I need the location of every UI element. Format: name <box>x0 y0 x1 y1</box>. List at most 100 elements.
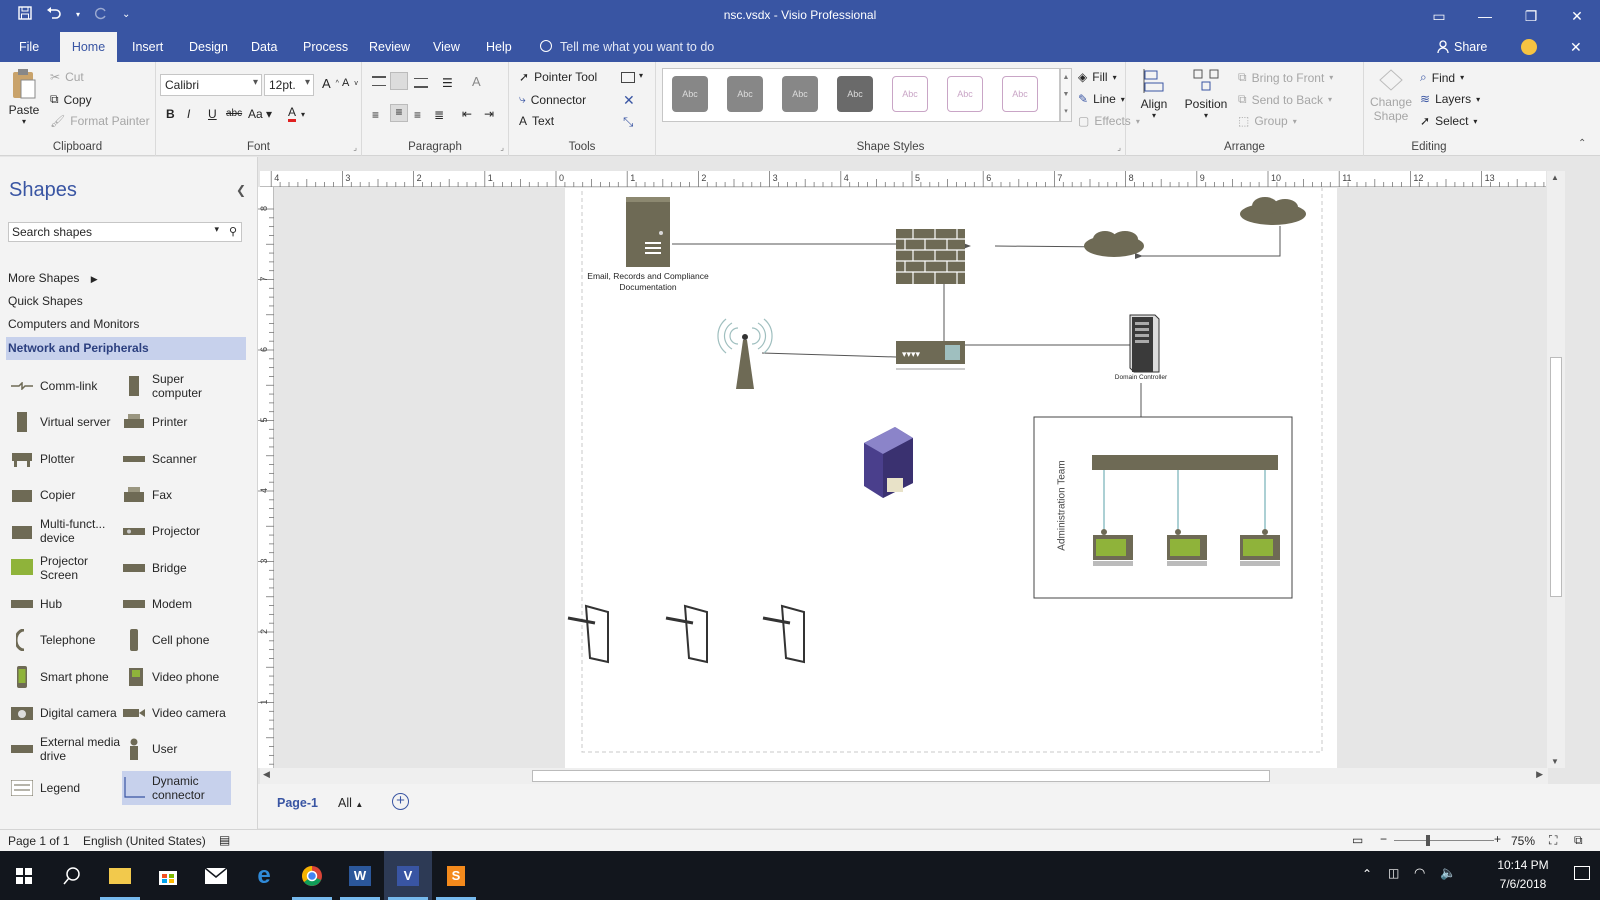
search-shapes-input[interactable]: Search shapes ▾ ⚲ <box>8 222 242 242</box>
connection-point-icon[interactable]: ✕ <box>623 92 635 109</box>
sublime-text-icon[interactable]: S <box>432 851 480 900</box>
copy-button[interactable]: ⧉ Copy <box>50 92 92 107</box>
ethernet-bus-shape[interactable] <box>1092 455 1278 470</box>
close-ribbon-icon[interactable]: ✕ <box>1570 32 1582 62</box>
align-right-icon[interactable]: ≡ <box>414 108 421 122</box>
cut-button[interactable]: ✂ Cut <box>50 70 84 84</box>
wifi-icon[interactable]: ◠ <box>1414 865 1425 881</box>
ribbon-display-icon[interactable]: ▭ <box>1416 0 1462 32</box>
fit-page-icon[interactable]: ⛶ <box>1549 833 1557 848</box>
stencil-fax[interactable]: Fax <box>122 478 237 512</box>
stencil-projector[interactable]: Projector <box>122 514 237 548</box>
grow-font-button[interactable]: A ^ <box>322 76 339 91</box>
bullets-icon[interactable]: ☰ <box>442 76 453 90</box>
tab-help[interactable]: Help <box>475 32 523 62</box>
email-server-shape[interactable] <box>626 197 670 267</box>
stencil-video-camera[interactable]: Video camera <box>122 696 237 730</box>
visio-icon[interactable]: V <box>384 851 432 900</box>
format-painter-button[interactable]: 🖌 Format Painter <box>50 114 150 128</box>
paste-button[interactable]: Paste ▾ <box>6 68 42 134</box>
style-swatch-6[interactable]: Abc <box>947 76 983 112</box>
tell-me-search[interactable]: Tell me what you want to do <box>560 32 714 62</box>
text-direction-icon[interactable]: A <box>472 74 481 89</box>
share-button[interactable]: Share <box>1454 32 1487 62</box>
align-center-icon[interactable]: ≡ <box>390 104 408 122</box>
align-left-icon[interactable]: ≡ <box>372 108 379 122</box>
vertical-scroll-thumb[interactable] <box>1550 357 1562 597</box>
stencil-telephone[interactable]: Telephone <box>10 623 125 657</box>
stencil-modem[interactable]: Modem <box>122 587 237 621</box>
stencil-hub[interactable]: Hub <box>10 587 125 621</box>
style-swatch-3[interactable]: Abc <box>782 76 818 112</box>
file-explorer-icon[interactable] <box>96 851 144 900</box>
network-peripherals-link[interactable]: Network and Peripherals <box>6 337 246 360</box>
tab-insert[interactable]: Insert <box>121 32 174 62</box>
italic-button[interactable]: I <box>187 107 190 121</box>
stencil-dynamic-connector[interactable]: Dynamic connector <box>122 771 231 805</box>
stencil-printer[interactable]: Printer <box>122 405 237 439</box>
align-middle-icon[interactable] <box>390 72 408 90</box>
text-tool-button[interactable]: A Text <box>519 114 554 128</box>
search-taskbar-icon[interactable] <box>48 851 96 900</box>
connector-button[interactable]: ⤷ Connector <box>519 92 586 107</box>
tab-view[interactable]: View <box>422 32 471 62</box>
position-button[interactable]: Position ▾ <box>1182 68 1230 120</box>
collapse-ribbon-icon[interactable]: ⌃ <box>1578 138 1586 149</box>
increase-indent-icon[interactable]: ⇥ <box>484 107 494 121</box>
tab-design[interactable]: Design <box>178 32 239 62</box>
quick-shapes-link[interactable]: Quick Shapes <box>8 294 83 308</box>
horizontal-scroll-thumb[interactable] <box>532 770 1270 782</box>
presentation-mode-icon[interactable]: ▭ <box>1352 833 1363 847</box>
zoom-level[interactable]: 75% <box>1511 834 1535 848</box>
font-size-combo[interactable]: 12pt. <box>264 74 314 96</box>
page-tab-page-1[interactable]: Page-1 <box>277 796 318 810</box>
chrome-icon[interactable] <box>288 851 336 900</box>
change-case-button[interactable]: Aa ▾ <box>248 107 272 121</box>
stencil-copier[interactable]: Copier <box>10 478 125 512</box>
stencil-scanner[interactable]: Scanner <box>122 442 237 476</box>
collapse-pane-icon[interactable]: ❮ <box>236 183 246 197</box>
firewall-shape[interactable] <box>896 229 965 284</box>
stencil-bridge[interactable]: Bridge <box>122 551 237 585</box>
show-hidden-icons-icon[interactable]: ⌃ <box>1362 867 1372 881</box>
edge-browser-icon[interactable]: e <box>240 851 288 900</box>
tab-data[interactable]: Data <box>240 32 288 62</box>
tab-file[interactable]: File <box>8 32 50 62</box>
zoom-out-icon[interactable]: − <box>1380 832 1387 846</box>
send-to-back-button[interactable]: ⧉ Send to Back ▾ <box>1238 92 1332 107</box>
stencil-virtual-server[interactable]: Virtual server <box>10 405 125 439</box>
macro-record-icon[interactable]: ▤ <box>219 833 230 847</box>
font-color-button[interactable]: A ▾ <box>288 106 305 122</box>
administration-team-container[interactable] <box>1033 416 1293 599</box>
scroll-up-icon[interactable]: ▲ <box>1551 173 1559 182</box>
rectangle-dropdown-icon[interactable]: ▾ <box>639 71 643 80</box>
scroll-down-icon[interactable]: ▼ <box>1551 757 1559 766</box>
all-pages-button[interactable]: All ▲ <box>338 796 363 810</box>
stencil-user[interactable]: User <box>122 732 237 766</box>
stencil-comm-link[interactable]: Comm-link <box>10 369 125 403</box>
stencil-digital-camera[interactable]: Digital camera <box>10 696 125 730</box>
tab-home[interactable]: Home <box>60 32 117 62</box>
search-dropdown-icon[interactable]: ▾ <box>214 224 219 235</box>
pointer-tool-button[interactable]: ➚ Pointer Tool <box>519 70 597 84</box>
rectangle-tool-icon[interactable] <box>621 72 635 83</box>
action-center-icon[interactable] <box>1574 866 1590 880</box>
group-button[interactable]: ⬚ Group ▾ <box>1238 114 1297 128</box>
align-bottom-icon[interactable] <box>414 78 428 88</box>
word-icon[interactable]: W <box>336 851 384 900</box>
language-indicator[interactable]: English (United States) <box>83 834 206 848</box>
find-button[interactable]: ⌕ Find ▾ <box>1420 70 1464 85</box>
add-page-icon[interactable]: + <box>392 793 409 810</box>
mail-icon[interactable] <box>192 851 240 900</box>
gallery-scroll-icon[interactable]: ▲ ▼ ▾ <box>1060 68 1072 122</box>
change-shape-button[interactable]: Change Shape <box>1368 68 1414 123</box>
crop-tool-icon[interactable]: ⤡ <box>623 114 633 130</box>
justify-icon[interactable]: ≣ <box>434 108 444 122</box>
select-button[interactable]: ➚ Select ▾ <box>1420 114 1477 128</box>
switch-windows-icon[interactable]: ⧉ <box>1574 833 1583 848</box>
horizontal-scrollbar[interactable]: ◀ ▶ <box>260 768 1548 784</box>
domain-controller-shape[interactable] <box>1129 314 1160 373</box>
line-button[interactable]: ✎ Line ▾ <box>1078 92 1125 106</box>
stencil-plotter[interactable]: Plotter <box>10 442 125 476</box>
style-swatch-2[interactable]: Abc <box>727 76 763 112</box>
